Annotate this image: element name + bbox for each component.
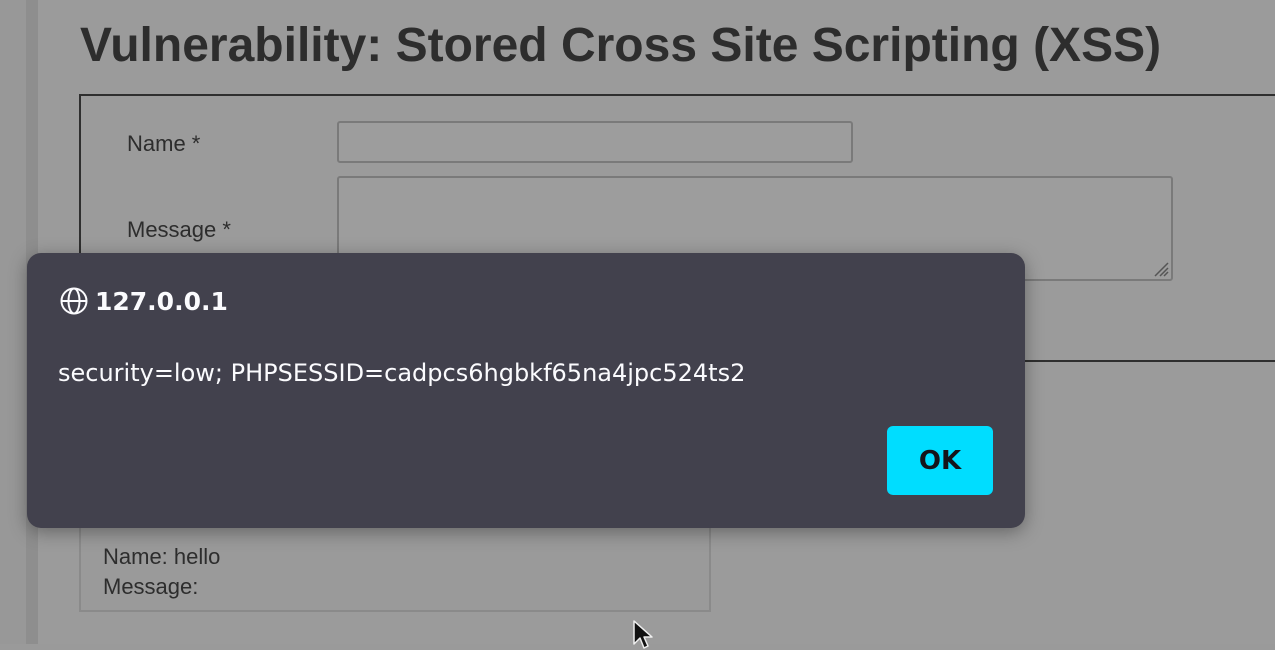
message-label: Message * [127, 217, 231, 242]
dialog-origin: 127.0.0.1 [95, 286, 228, 316]
name-label: Name * [127, 131, 201, 156]
name-input[interactable] [337, 121, 853, 163]
globe-icon [60, 287, 88, 315]
page-title: Vulnerability: Stored Cross Site Scripti… [80, 19, 1162, 72]
dialog-header: 127.0.0.1 [59, 285, 228, 317]
alert-dialog: 127.0.0.1 security=low; PHPSESSID=cadpcs… [27, 253, 1025, 528]
left-gutter [0, 0, 26, 644]
resize-handle-icon[interactable] [1149, 257, 1169, 277]
ok-button[interactable]: OK [887, 426, 993, 495]
entry-name: Name: hello [103, 544, 221, 569]
mouse-cursor-icon [633, 620, 653, 649]
entry-message: Message: [103, 574, 199, 599]
guestbook-entry: Name: hello Message: [79, 520, 711, 612]
dialog-message: security=low; PHPSESSID=cadpcs6hgbkf65na… [58, 359, 746, 387]
